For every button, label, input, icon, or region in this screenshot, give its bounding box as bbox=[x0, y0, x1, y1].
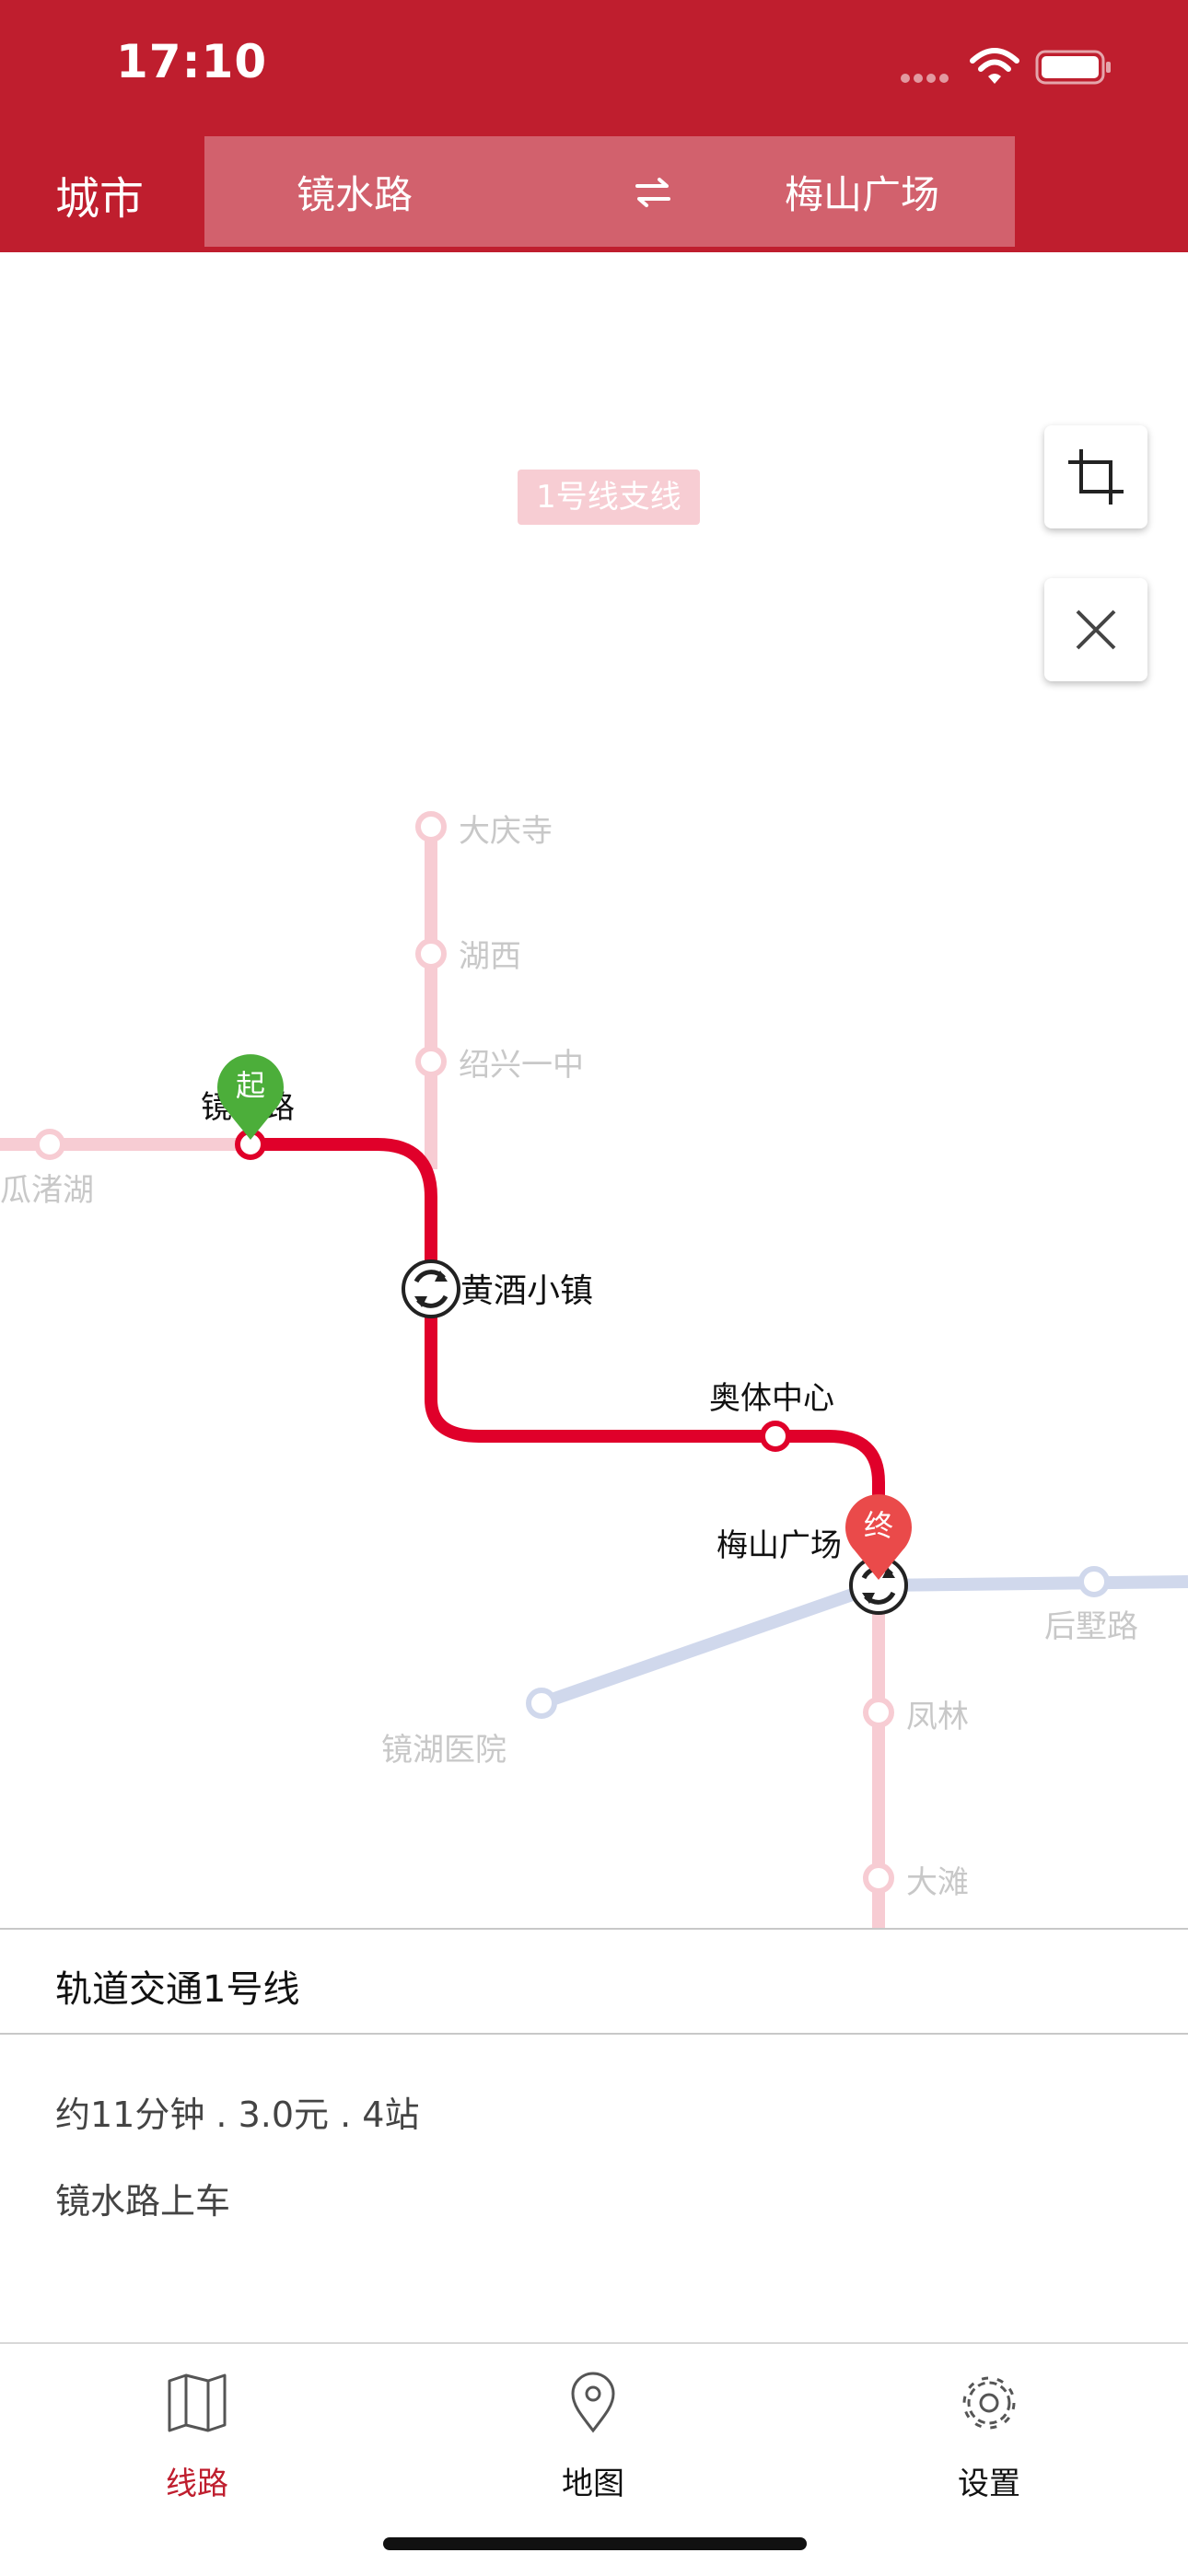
line-title-bar[interactable]: 轨道交通1号线 bbox=[0, 1928, 1188, 2035]
crop-icon bbox=[1068, 449, 1124, 505]
station-label-daqingsi: 大庆寺 bbox=[459, 813, 553, 850]
station-dot-shaoxing-yizhong[interactable] bbox=[415, 1046, 447, 1077]
station-label-houshulu: 后墅路 bbox=[1044, 1608, 1138, 1645]
tab-settings[interactable]: 设置 bbox=[897, 2362, 1081, 2502]
station-dot-daqingsi[interactable] bbox=[415, 811, 447, 842]
swap-direction-icon[interactable] bbox=[632, 171, 674, 214]
station-dot-huxi[interactable] bbox=[415, 938, 447, 969]
station-label-aoti-zhongxin: 奥体中心 bbox=[709, 1380, 834, 1417]
end-marker: 终 bbox=[845, 1494, 913, 1580]
station-label-fenglin: 凤林 bbox=[906, 1699, 969, 1735]
station-label-guazhuhu: 瓜渚湖 bbox=[0, 1172, 94, 1209]
boarding-note: 镜水路上车 bbox=[55, 2181, 231, 2222]
start-marker: 起 bbox=[216, 1054, 285, 1140]
tab-map[interactable]: 地图 bbox=[501, 2362, 685, 2502]
station-label-jinghu-yiyuan: 镜湖医院 bbox=[381, 1732, 507, 1769]
station-dot-guazhuhu[interactable] bbox=[34, 1129, 65, 1160]
cellular-signal-icon bbox=[901, 74, 956, 85]
wifi-icon bbox=[970, 48, 1019, 84]
branch-line-tag: 1号线支线 bbox=[518, 470, 700, 525]
end-marker-label: 终 bbox=[864, 1508, 893, 1543]
station-dot-houshulu[interactable] bbox=[1078, 1566, 1110, 1597]
close-button[interactable] bbox=[1044, 578, 1147, 681]
to-station-field[interactable]: 梅山广场 bbox=[785, 164, 939, 220]
line-name: 轨道交通1号线 bbox=[55, 1968, 300, 2011]
location-pin-icon bbox=[571, 2372, 615, 2433]
station-dot-jinghu-yiyuan[interactable] bbox=[526, 1688, 557, 1719]
station-label-meishan-guangchang: 梅山广场 bbox=[716, 1527, 842, 1564]
transfer-station-icon[interactable] bbox=[402, 1259, 460, 1318]
from-station-field[interactable]: 镜水路 bbox=[297, 164, 573, 220]
metro-map[interactable]: 大庆寺 湖西 绍兴一中 镜水路 瓜渚湖 黄酒小镇 奥体中心 梅山广场 后墅路 镜… bbox=[0, 252, 1188, 1928]
crop-button[interactable] bbox=[1044, 425, 1147, 528]
home-indicator[interactable] bbox=[383, 2537, 807, 2550]
station-label-huxi: 湖西 bbox=[459, 938, 521, 975]
tab-settings-label: 设置 bbox=[958, 2466, 1020, 2502]
station-dot-datan[interactable] bbox=[863, 1862, 894, 1894]
station-dot-fenglin[interactable] bbox=[863, 1697, 894, 1728]
tab-route-label: 线路 bbox=[166, 2466, 228, 2502]
station-label-huangjiu-xiaozhen: 黄酒小镇 bbox=[460, 1272, 593, 1310]
city-button[interactable]: 城市 bbox=[55, 162, 144, 226]
active-route-path bbox=[250, 1138, 885, 1585]
top-bar: 17:10 城市 镜水路 梅山广场 bbox=[0, 0, 1188, 252]
status-time: 17:10 bbox=[116, 35, 268, 88]
station-label-shaoxing-yizhong: 绍兴一中 bbox=[459, 1047, 584, 1084]
close-icon bbox=[1076, 609, 1116, 650]
route-selector: 镜水路 梅山广场 bbox=[204, 136, 1015, 247]
trip-summary: 约11分钟 . 3.0元 . 4站 bbox=[55, 2094, 420, 2135]
station-label-datan: 大滩 bbox=[906, 1864, 969, 1901]
gear-icon bbox=[962, 2376, 1016, 2430]
battery-icon bbox=[1035, 50, 1111, 85]
map-book-icon bbox=[168, 2373, 227, 2432]
tab-map-label: 地图 bbox=[562, 2466, 624, 2502]
tab-route[interactable]: 线路 bbox=[105, 2362, 289, 2502]
start-marker-label: 起 bbox=[236, 1068, 265, 1103]
station-dot-aoti-zhongxin[interactable] bbox=[760, 1421, 791, 1452]
